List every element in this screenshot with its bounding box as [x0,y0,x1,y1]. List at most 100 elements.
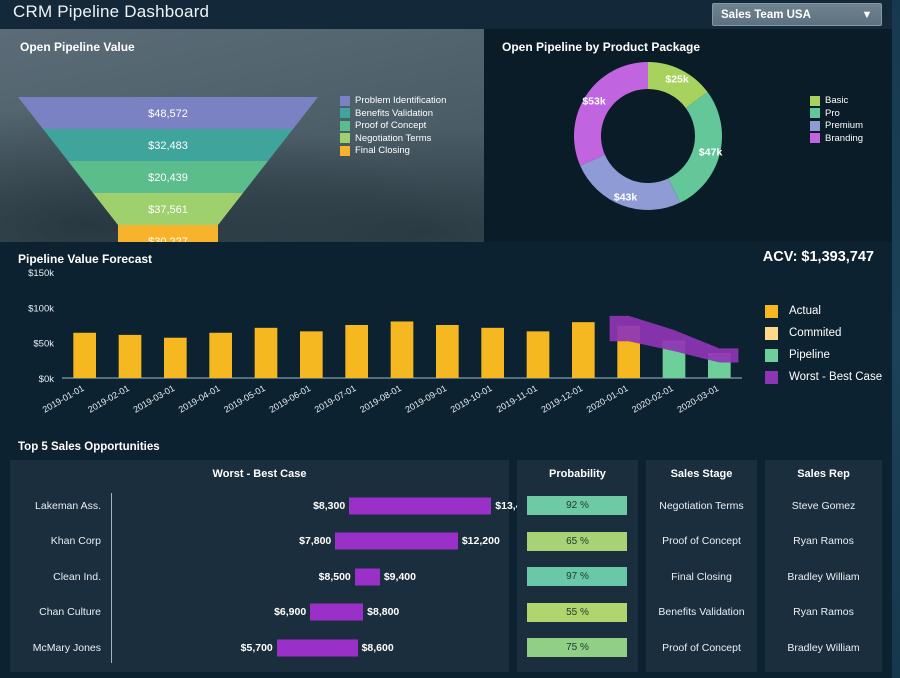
table-row[interactable]: Clean Ind. [10,559,110,595]
table-row[interactable]: Khan Corp [10,524,110,560]
table-row[interactable]: Proof of Concept [646,630,757,666]
table-row[interactable]: Ryan Ramos [765,524,882,560]
open-pipeline-by-product-package-panel: Open Pipeline by Product Package $25k $47… [484,29,892,242]
legend-item[interactable]: Problem Identification [340,95,446,107]
bar-group[interactable] [345,325,368,378]
table-row[interactable]: 75 % [517,630,638,666]
sales-rep-value: Steve Gomez [791,499,856,512]
worst-best-range-bar[interactable] [276,639,358,657]
legend-item[interactable]: Worst - Best Case [765,366,882,388]
worst-best-bars: $8,300 $13,400 $7,800 $12,200 $8,500 $9,400 $6… [118,488,533,672]
bar-group[interactable] [572,322,595,378]
funnel-legend: Problem Identification Benefits Validatio… [340,95,446,158]
legend-item[interactable]: Actual [765,300,882,322]
legend-item[interactable]: Proof of Concept [340,120,446,132]
donut-segment[interactable]: $43k [580,154,681,210]
account-name: Clean Ind. [53,570,101,583]
funnel-segment[interactable]: $32,483 [43,129,293,161]
x-axis-tick-label: 2019-11-01 [495,383,539,414]
table-row[interactable]: Chan Culture [10,595,110,631]
legend-label: Premium [825,120,864,132]
best-value-label: $12,200 [461,535,500,548]
bar-group[interactable] [481,327,504,378]
table-row[interactable]: $5,700 $8,600 [118,630,503,666]
table-row[interactable]: 97 % [517,559,638,595]
donut-segment[interactable]: $47k [668,92,722,203]
legend-item[interactable]: Premium [810,120,863,132]
table-row[interactable]: $6,900 $8,800 [118,595,503,631]
legend-item[interactable]: Basic [810,95,863,107]
sales-rep-value: Bradley William [787,570,860,583]
table-row[interactable]: 65 % [517,524,638,560]
bar-group[interactable] [254,327,278,378]
donut-segment[interactable]: $53k [574,62,648,166]
table-row[interactable]: $8,500 $9,400 [118,559,503,595]
worst-best-range-bar[interactable] [310,603,364,621]
donut-chart[interactable]: $25k $47k $43k $53k [569,57,727,220]
worst-best-range-bar[interactable] [335,532,458,550]
table-row[interactable]: Lakeman Ass. [10,488,110,524]
bar-group[interactable] [300,331,323,378]
bar-group[interactable] [436,325,459,378]
bar-group[interactable] [118,334,142,378]
x-axis-tick-label: 2019-10-01 [449,383,494,415]
table-row[interactable]: McMary Jones [10,630,110,666]
legend-item[interactable]: Negotiation Terms [340,133,446,145]
table-row[interactable]: 55 % [517,595,638,631]
legend-item[interactable]: Final Closing [340,145,446,157]
table-row[interactable]: Negotiation Terms [646,488,757,524]
bar-group[interactable] [526,331,550,378]
sales-rep-column: Sales Rep Steve Gomez Ryan Ramos Bradley W… [765,460,882,672]
table-row[interactable]: Benefits Validation [646,595,757,631]
funnel-segment[interactable]: $48,572 [18,97,318,129]
x-axis-tick-label: 2019-02-01 [86,383,131,415]
account-name: Khan Corp [50,535,101,548]
table-row[interactable]: $7,800 $12,200 [118,524,503,560]
funnel-segment[interactable]: $20,439 [68,161,268,193]
table-row[interactable]: Proof of Concept [646,524,757,560]
legend-item[interactable]: Pro [810,108,863,120]
legend-item[interactable]: Benefits Validation [340,108,446,120]
bar-group[interactable] [209,332,232,378]
legend-label: Pipeline [789,349,830,361]
legend-label: Benefits Validation [355,107,433,119]
legend-item[interactable]: Commited [765,322,882,344]
app-header: CRM Pipeline Dashboard Sales Team USA ▼ [0,0,892,29]
acv-value: ACV: $1,393,747 [762,249,874,265]
table-row[interactable]: Ryan Ramos [765,595,882,631]
table-row[interactable]: Bradley William [765,630,882,666]
sales-stage-value: Final Closing [671,570,732,583]
open-pipeline-value-panel: Open Pipeline Value $48,572 $32,483 $20,43… [0,29,484,257]
worst-best-range-bar[interactable] [354,568,380,586]
worst-best-range-bar[interactable] [349,497,492,515]
account-name-column: Lakeman Ass. Khan Corp Clean Ind. Chan Cult… [10,488,110,666]
legend-item[interactable]: Branding [810,133,863,145]
table-row[interactable]: 92 % [517,488,638,524]
bar-group[interactable] [73,332,96,378]
top-sales-opportunities-panel: Top 5 Sales Opportunities Worst - Best C… [0,436,892,678]
legend-label: Pro [825,107,840,119]
table-row[interactable]: Final Closing [646,559,757,595]
bar-group[interactable] [390,321,414,378]
sales-rep-value: Ryan Ramos [793,535,854,548]
x-axis-tick-label: 2020-01-01 [585,383,630,415]
funnel-segment-label: $20,439 [148,172,188,184]
funnel-panel-title: Open Pipeline Value [20,40,135,54]
sales-stage-value: Benefits Validation [658,606,745,619]
legend-swatch [810,95,820,106]
x-axis-tick-label: 2019-01-01 [41,383,86,415]
pipeline-value-forecast-panel: Pipeline Value Forecast ACV: $1,393,747 … [0,242,892,436]
bar-group[interactable] [164,337,187,378]
donut-panel-title: Open Pipeline by Product Package [502,40,701,54]
forecast-bar-chart[interactable]: $0k $50k $100k $150k 2019-01-01 2019-02-01 201… [0,242,760,436]
table-row[interactable]: $8,300 $13,400 [118,488,533,524]
funnel-chart[interactable]: $48,572$32,483$20,439$37,561$30,227 [18,97,318,257]
worst-best-case-column: Worst - Best Case Lakeman Ass. Khan Corp C… [10,460,533,672]
table-row[interactable]: Bradley William [765,559,882,595]
team-select-dropdown[interactable]: Sales Team USA ▼ [712,3,882,26]
worst-value-label: $5,700 [240,641,273,654]
funnel-segment[interactable]: $37,561 [93,193,243,225]
legend-label: Proof of Concept [355,120,427,132]
legend-item[interactable]: Pipeline [765,344,882,366]
table-row[interactable]: Steve Gomez [765,488,882,524]
